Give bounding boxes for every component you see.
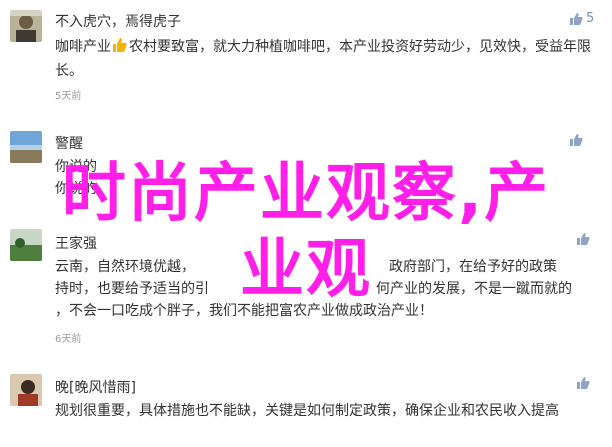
- comment-text-part: 云南，自然环境优越，: [55, 259, 195, 275]
- thumbs-up-icon: [570, 134, 583, 146]
- thumbs-up-icon: [577, 233, 590, 245]
- comment-text-line: 你说的: [55, 159, 97, 175]
- avatar[interactable]: [10, 229, 42, 261]
- comment-author[interactable]: 晚[晚风惜雨]: [55, 377, 136, 397]
- avatar[interactable]: [10, 131, 42, 163]
- comment-text-part: 咖啡产业: [55, 39, 111, 55]
- comment-author[interactable]: 王家强: [55, 233, 97, 253]
- avatar[interactable]: [10, 10, 42, 42]
- comment-text: 规划很重要，具体措施也不能缺，关键是如何制定政策，确保企业和农民收入提高: [55, 403, 559, 419]
- thumbs-up-emoji-icon: [112, 37, 128, 60]
- like-count: 5: [586, 11, 595, 26]
- comment-text: 咖啡产业 农村要致富，就大力种植咖啡吧，本产业投资好劳动少，见效快，受益年限长。: [55, 36, 603, 82]
- like-button[interactable]: 5: [569, 11, 594, 26]
- thumbs-up-icon: [570, 12, 583, 25]
- comment-author[interactable]: 警醒: [55, 133, 83, 153]
- comment-text-part: 持时，也要给予适当的引: [55, 281, 209, 297]
- avatar[interactable]: [10, 374, 42, 406]
- thumbs-up-icon: [577, 377, 590, 389]
- comment-text: 你说的 你说的: [55, 156, 603, 200]
- comment-text-part: 何产业的发展，不是一蹴而就的: [376, 281, 572, 297]
- comment-author[interactable]: 不入虎穴，焉得虎子: [55, 11, 181, 31]
- comment-date: 6天前: [55, 334, 82, 345]
- comment-text-part: 政府部门，在给予好的政策: [389, 259, 557, 275]
- like-button[interactable]: [569, 133, 586, 147]
- comment-text-line: ，不会一口吃成个胖子，我们不能把富农产业做成政治产业！: [55, 303, 433, 319]
- comment-text-part: 农村要致富，就大力种植咖啡吧，本产业投资好劳动少，见效快，受益年限长。: [55, 39, 591, 79]
- comment-text-line: 你说的: [55, 181, 97, 197]
- comment-date: 5天前: [55, 91, 82, 102]
- like-button[interactable]: [576, 232, 593, 246]
- like-button[interactable]: [576, 376, 593, 390]
- comment-text: 云南，自然环境优越， 政府部门，在给予好的政策 持时，也要给予适当的引 何产业的…: [55, 256, 603, 322]
